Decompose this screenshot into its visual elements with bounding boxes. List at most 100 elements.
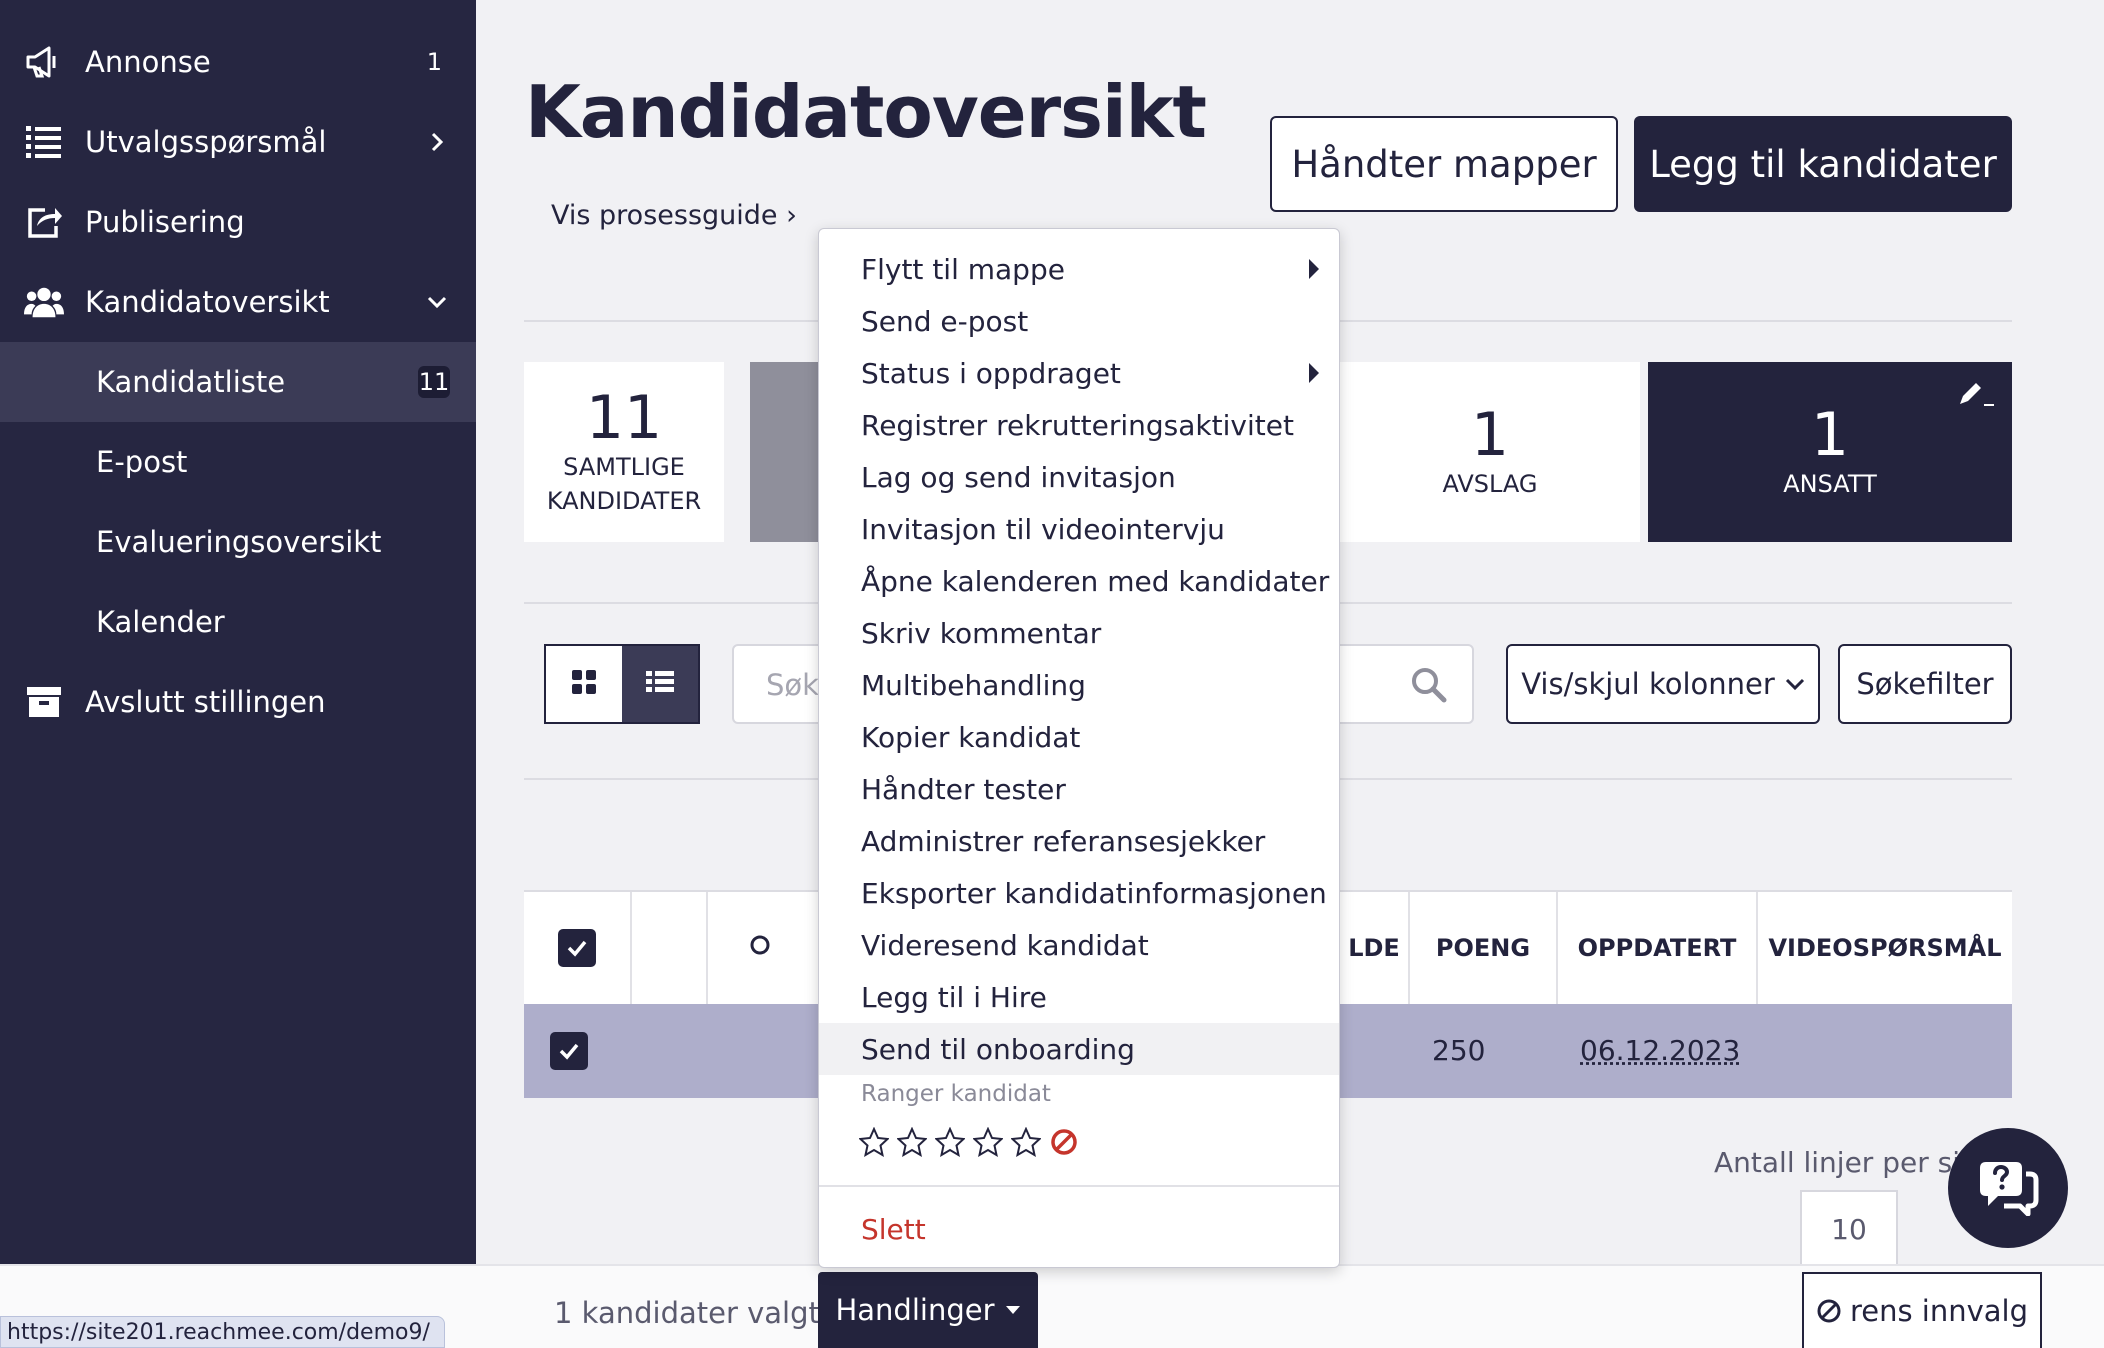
caret-down-icon [1005,1305,1021,1315]
menu-item-forward[interactable]: Videresend kandidat [819,919,1339,971]
status-url: https://site201.reachmee.com/demo9/ [0,1316,445,1348]
sidebar-item-label: Utvalgsspørsmål [85,125,327,159]
sidebar-item-annonse[interactable]: Annonse 1 [0,22,476,102]
menu-item-move-to-folder[interactable]: Flytt til mappe [819,243,1339,295]
help-button[interactable] [1948,1128,2068,1248]
stat-rejected[interactable]: 1 AVSLAG [1340,362,1640,542]
star-icon[interactable] [972,1126,1004,1161]
button-label: Vis/skjul kolonner [1521,667,1775,701]
count-badge: 11 [418,366,450,398]
row-checkbox[interactable] [550,1032,588,1070]
column-header-points[interactable]: POENG [1408,892,1556,1004]
menu-item-register-activity[interactable]: Registrer rekrutteringsaktivitet [819,399,1339,451]
menu-item-label: Invitasjon til videointervju [861,512,1225,546]
users-icon [24,282,64,322]
menu-item-label: Eksporter kandidatinformasjonen [861,876,1327,910]
list-view-button[interactable] [622,646,698,722]
stat-number: 1 [1470,400,1510,471]
menu-item-export[interactable]: Eksporter kandidatinformasjonen [819,867,1339,919]
column-header-source[interactable]: LDE [1340,892,1408,1004]
menu-item-label: Åpne kalenderen med kandidater [861,564,1330,598]
menu-item-send-invitation[interactable]: Lag og send invitasjon [819,451,1339,503]
caret-right-icon [1309,363,1319,383]
menu-item-write-comment[interactable]: Skriv kommentar [819,607,1339,659]
points-cell: 250 [1432,1034,1486,1067]
selected-count: 1 kandidater valgt [554,1296,820,1330]
sidebar-item-kalender[interactable]: Kalender [0,582,476,662]
column-header-updated[interactable]: OPPDATERT [1556,892,1756,1004]
menu-item-add-to-hire[interactable]: Legg til i Hire [819,971,1339,1023]
search-filter-button[interactable]: Søkefilter [1838,644,2012,724]
clear-selection-button[interactable]: rens innvalg [1802,1272,2042,1348]
stat-number: 11 [585,383,663,454]
megaphone-icon [24,42,64,82]
grid-icon [571,669,597,699]
clear-rating-icon[interactable] [1049,1127,1079,1161]
menu-item-label: Status i oppdraget [861,356,1121,390]
menu-item-multi-process[interactable]: Multibehandling [819,659,1339,711]
menu-item-manage-tests[interactable]: Håndter tester [819,763,1339,815]
actions-button[interactable]: Handlinger [818,1272,1038,1348]
menu-item-open-calendar[interactable]: Åpne kalenderen med kandidater [819,555,1339,607]
button-label: Handlinger [835,1293,995,1327]
menu-item-label: Legg til i Hire [861,980,1047,1014]
process-guide-link[interactable]: Vis prosessguide › [551,200,797,231]
pencil-icon[interactable] [1956,380,1996,414]
menu-item-label: Multibehandling [861,668,1086,702]
stat-all-candidates[interactable]: 11 SAMTLIGE KANDIDATER [524,362,724,542]
star-icon[interactable] [896,1126,928,1161]
search-icon[interactable] [1410,666,1448,708]
menu-item-label: Registrer rekrutteringsaktivitet [861,408,1294,442]
star-icon[interactable] [858,1126,890,1161]
menu-item-video-interview[interactable]: Invitasjon til videointervju [819,503,1339,555]
sidebar: Annonse 1 Utvalgsspørsmål Publisering Ka… [0,0,476,1264]
star-icon[interactable] [1010,1126,1042,1161]
menu-item-status[interactable]: Status i oppdraget [819,347,1339,399]
sidebar-item-epost[interactable]: E-post [0,422,476,502]
ban-icon [1816,1298,1842,1324]
rows-per-page-input[interactable]: 10 [1800,1190,1898,1268]
menu-item-send-email[interactable]: Send e-post [819,295,1339,347]
menu-item-delete[interactable]: Slett [819,1203,1339,1255]
stat-card-hidden[interactable] [750,362,820,542]
stat-hired[interactable]: 1 ANSATT [1648,362,2012,542]
menu-item-label: Send til onboarding [861,1032,1135,1066]
menu-item-label: Lag og send invitasjon [861,460,1176,494]
updated-cell[interactable]: 06.12.2023 [1580,1034,1740,1067]
sidebar-item-count: 1 [426,48,442,76]
menu-item-label: Administrer referansesjekker [861,824,1266,858]
list-icon [24,122,64,162]
circle-icon [749,934,771,962]
rating-stars [858,1126,1079,1161]
sidebar-item-publisering[interactable]: Publisering [0,182,476,262]
sidebar-item-label: Publisering [85,205,245,239]
sidebar-item-label: E-post [96,445,188,479]
chevron-down-icon [1785,677,1805,691]
menu-item-label: Send e-post [861,304,1029,338]
menu-item-copy-candidate[interactable]: Kopier kandidat [819,711,1339,763]
sidebar-item-evalueringsoversikt[interactable]: Evalueringsoversikt [0,502,476,582]
sidebar-item-utvalgssporsmal[interactable]: Utvalgsspørsmål [0,102,476,182]
add-candidates-button[interactable]: Legg til kandidater [1634,116,2012,212]
column-header-video-questions[interactable]: VIDEOSPØRSMÅL [1756,892,2012,1004]
sidebar-item-kandidatliste[interactable]: Kandidatliste 11 [0,342,476,422]
menu-item-label: Håndter tester [861,772,1066,806]
sidebar-item-avslutt-stillingen[interactable]: Avslutt stillingen [0,662,476,742]
menu-item-send-to-onboarding[interactable]: Send til onboarding [819,1023,1339,1075]
actions-menu: Flytt til mappe Send e-post Status i opp… [818,228,1340,1268]
rows-per-page-label: Antall linjer per sid [1714,1146,1978,1179]
select-all-checkbox[interactable] [558,929,596,967]
toggle-columns-button[interactable]: Vis/skjul kolonner [1506,644,1820,724]
stat-number: 1 [1810,400,1850,471]
share-icon [24,202,64,242]
manage-folders-button[interactable]: Håndter mapper [1270,116,1618,212]
chevron-right-icon [426,131,448,153]
sidebar-item-kandidatoversikt[interactable]: Kandidatoversikt [0,262,476,342]
column-header-empty [630,892,706,1004]
grid-view-button[interactable] [546,646,622,722]
menu-item-reference-checks[interactable]: Administrer referansesjekker [819,815,1339,867]
column-header-status[interactable] [706,892,812,1004]
sidebar-item-label: Evalueringsoversikt [96,525,382,559]
star-icon[interactable] [934,1126,966,1161]
stat-label: AVSLAG [1442,470,1538,499]
